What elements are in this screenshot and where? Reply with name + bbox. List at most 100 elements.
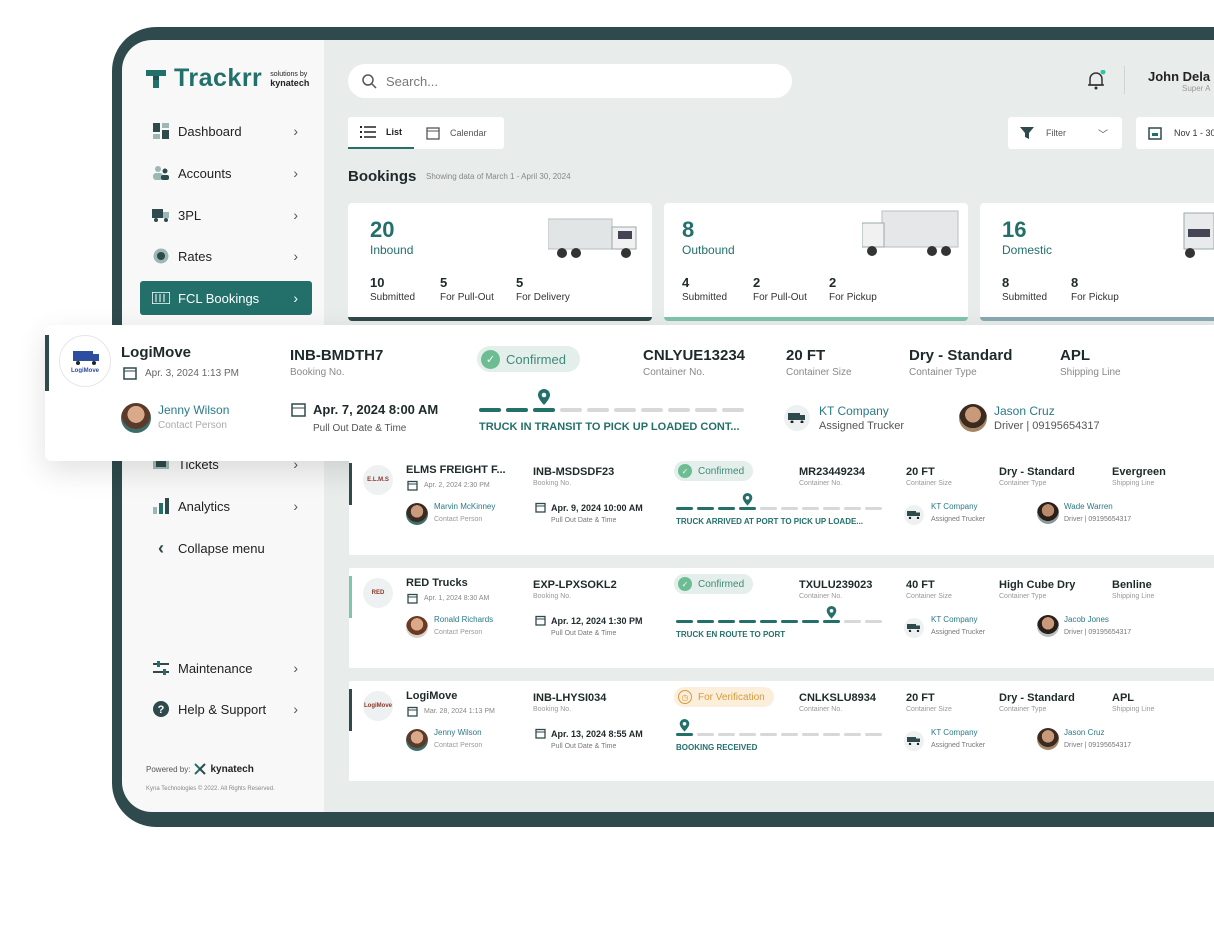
progress-segment [697,733,714,736]
row-accent [349,689,352,731]
summary-card-domestic[interactable]: 16 Domestic 8 Submitted 8 For Pickup [980,203,1214,321]
progress-segment [823,620,840,623]
chevron-right-icon: › [293,290,298,306]
booking-row[interactable]: RED RED Trucks Apr. 1, 2024 8:30 AM Rona… [349,568,1214,668]
chevron-right-icon: › [293,207,298,223]
date-range-picker[interactable]: Nov 1 - 30 [1136,117,1214,149]
accounts-icon [152,164,170,182]
chevron-left-icon: ‹ [158,537,164,558]
trucker-name[interactable]: KT Company [931,615,978,624]
sidebar-item-dashboard[interactable]: Dashboard › [140,114,312,148]
pullout-date-text: Apr. 13, 2024 8:55 AM [551,728,643,739]
trucker-name[interactable]: KT Company [931,728,978,737]
check-icon: ✓ [678,577,692,591]
collapse-menu-button[interactable]: ‹ Collapse menu [140,531,312,565]
calendar-icon [407,480,418,491]
contact-name[interactable]: Jenny Wilson [158,403,229,417]
container-number-label: Container No. [799,706,843,713]
date-text: Apr. 2, 2024 2:30 PM [424,482,490,489]
trucker-label: Assigned Trucker [931,742,986,749]
booking-number: INB-MSDSDF23 [533,466,615,478]
view-toggle: List Calendar [348,117,504,149]
container-size-label: Container Size [786,367,852,378]
contact-name[interactable]: Ronald Richards [434,615,493,624]
chevron-right-icon: › [293,701,298,717]
contact-avatar [121,403,151,433]
filter-dropdown[interactable]: Filter ﹀ [1008,117,1122,149]
sidebar-item-label: FCL Bookings [178,290,260,306]
location-pin-icon [679,719,690,732]
shipping-line: APL [1060,347,1090,364]
driver-name[interactable]: Jacob Jones [1064,615,1109,624]
booking-card-featured[interactable]: LogiMove LogiMove Apr. 3, 2024 1:13 PM J… [45,325,1214,461]
brand-logo[interactable]: Trackrr solutions by kynatech [144,64,309,93]
driver-name[interactable]: Jason Cruz [1064,728,1104,737]
truck-icon [907,624,920,632]
container-size: 20 FT [786,347,826,364]
contact-name[interactable]: Marvin McKinney [434,502,495,511]
sidebar-item-accounts[interactable]: Accounts › [140,156,312,190]
container-number: TXULU239023 [799,579,873,591]
progress-segment [844,507,861,510]
card-count: 16 [1002,217,1027,242]
shipping-line: Evergreen [1112,466,1166,478]
contact-avatar [406,729,428,751]
progress-segment [781,620,798,623]
truck-image [1183,212,1214,258]
driver-name[interactable]: Jason Cruz [994,404,1055,418]
tab-calendar[interactable]: Calendar [414,117,499,149]
calendar-icon [291,403,306,417]
tab-list[interactable]: List [348,117,415,149]
sidebar-item-3pl[interactable]: 3PL › [140,198,312,232]
card-label: Domestic [1002,243,1053,257]
progress-segment [844,620,861,623]
booking-row[interactable]: LogiMove LogiMove Mar. 28, 2024 1:13 PM … [349,681,1214,781]
progress-status: TRUCK ARRIVED AT PORT TO PICK UP LOADE..… [676,517,863,526]
booking-number-label: Booking No. [533,480,572,487]
progress-track [676,733,882,736]
company-logo: E.L.M.S [363,465,393,495]
header-divider [1124,66,1125,94]
trucker-name[interactable]: KT Company [931,502,978,511]
user-name[interactable]: John Dela C [1148,69,1214,84]
summary-card-inbound[interactable]: 20 Inbound 10 Submitted 5 For Pull-Out 5 Fo… [348,203,652,321]
summary-card-outbound[interactable]: 8 Outbound 4 Submitted 2 For Pull-Out 2 For… [664,203,968,321]
progress-segment [614,408,636,412]
progress-segment [506,408,528,412]
stat-value: 2 [753,275,761,290]
search-input[interactable]: Search... [386,74,438,89]
booking-row[interactable]: E.L.M.S ELMS FREIGHT F... Apr. 2, 2024 2… [349,455,1214,555]
sidebar-item-maintenance[interactable]: Maintenance › [140,651,312,685]
container-size: 20 FT [906,692,935,704]
driver-avatar [1037,728,1059,750]
dashboard-icon [152,122,170,140]
sidebar-item-fcl-bookings[interactable]: FCL Bookings › [140,281,312,315]
company-logo-text: RED [371,590,385,596]
booking-date: Apr. 2, 2024 2:30 PM [407,480,490,491]
contact-name[interactable]: Jenny Wilson [434,728,482,737]
trucker-logo [904,731,924,751]
trucker-name[interactable]: KT Company [819,404,889,418]
progress-segment [668,408,690,412]
user-role: Super A [1182,84,1211,93]
analytics-icon [152,497,170,515]
driver-name[interactable]: Wade Warren [1064,502,1113,511]
powered-brand: kynatech [210,763,254,775]
page-subtitle: Showing data of March 1 - April 30, 2024 [426,172,571,181]
company-name: RED Trucks [406,577,468,589]
stat-value: 5 [440,275,448,290]
calendar-icon [535,728,546,739]
search-bar[interactable]: Search... [348,64,792,98]
container-type: Dry - Standard [999,466,1075,478]
notification-bell-icon[interactable] [1086,69,1106,95]
row-accent [349,576,352,618]
company-logo-text: LogiMove [364,703,392,709]
progress-segment [722,408,744,412]
sidebar-item-rates[interactable]: Rates › [140,239,312,273]
sidebar-item-help[interactable]: ? Help & Support › [140,692,312,726]
sidebar-item-label: Dashboard [178,123,242,139]
card-stat: 5 For Delivery [516,275,570,303]
copyright: Kyna Technologies © 2022. All Rights Res… [146,786,275,792]
driver-info: Driver | 09195654317 [1064,742,1132,749]
sidebar-item-analytics[interactable]: Analytics › [140,489,312,523]
